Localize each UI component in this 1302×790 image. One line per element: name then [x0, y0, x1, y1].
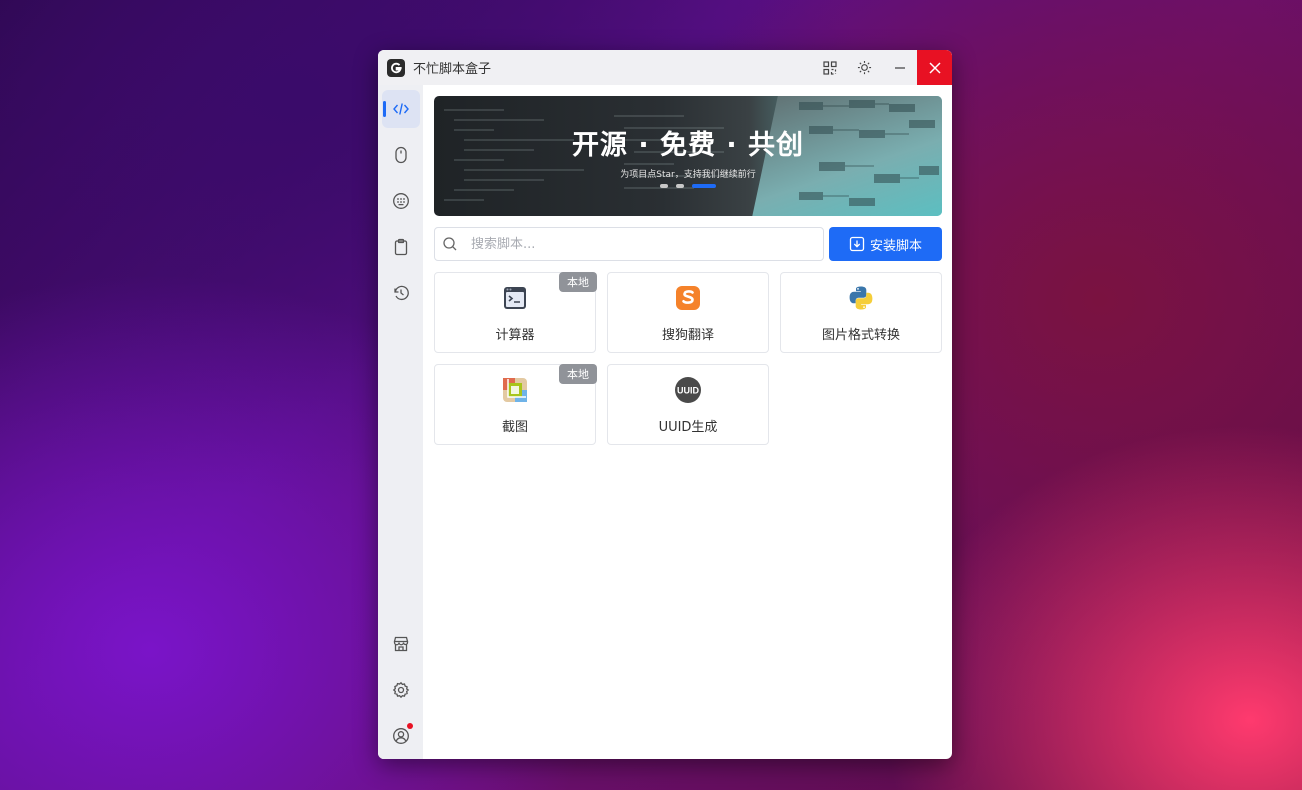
terminal-icon [504, 287, 526, 309]
history-icon [394, 285, 409, 301]
search-box[interactable] [434, 227, 824, 261]
carousel-dot[interactable] [676, 184, 684, 188]
app-logo-icon [387, 58, 405, 77]
uuid-icon: UUID [675, 377, 701, 403]
sidebar-item-account[interactable] [382, 717, 420, 755]
script-card-uuid-generator[interactable]: UUID UUID生成 [607, 364, 769, 445]
search-icon [443, 237, 457, 251]
notification-dot [407, 723, 413, 729]
banner-title: 开源 · 免费 · 共创 [571, 130, 805, 161]
sidebar [378, 85, 423, 759]
theme-toggle-button[interactable] [847, 50, 882, 85]
minimize-button[interactable] [882, 50, 917, 85]
minimize-icon [894, 66, 905, 69]
local-badge: 本地 [559, 272, 597, 292]
grid-icon [822, 60, 837, 75]
install-script-button[interactable]: 安装脚本 [829, 227, 942, 261]
code-icon [393, 103, 409, 115]
sidebar-item-scripts[interactable] [382, 90, 420, 128]
sidebar-item-history[interactable] [382, 274, 420, 312]
script-name: 计算器 [495, 328, 535, 343]
carousel-dot[interactable] [660, 184, 668, 188]
download-box-icon [849, 236, 865, 252]
layout-toggle-button[interactable] [812, 50, 847, 85]
sidebar-item-settings[interactable] [382, 671, 420, 709]
screenshot-icon [503, 378, 527, 402]
app-window: 不忙脚本盒子 开源 · 免费 · 共创 为项目点Star，支持我们继续前行 搜索… [378, 50, 952, 759]
script-name: UUID生成 [658, 420, 718, 435]
user-icon [393, 728, 409, 744]
script-name: 截图 [501, 420, 528, 435]
script-card-calculator[interactable]: 计算器 本地 [434, 272, 597, 353]
window-title: 不忙脚本盒子 [413, 62, 492, 77]
clipboard-icon [394, 238, 408, 256]
carousel-dot-active[interactable] [692, 184, 716, 188]
keypad-icon [393, 193, 409, 209]
script-card-screenshot[interactable]: 截图 本地 [434, 364, 597, 445]
script-card-sogou-translate[interactable]: 搜狗翻译 [607, 272, 769, 353]
main-content: 开源 · 免费 · 共创 为项目点Star，支持我们继续前行 安装脚本 [423, 85, 952, 759]
store-icon [393, 636, 409, 652]
script-name: 搜狗翻译 [661, 328, 714, 343]
close-icon [928, 61, 941, 74]
script-card-image-format-convert[interactable]: 图片格式转换 [780, 272, 942, 353]
sun-icon [857, 60, 872, 75]
sidebar-item-clipboard[interactable] [382, 228, 420, 266]
script-name: 图片格式转换 [821, 328, 900, 343]
promo-banner[interactable]: 开源 · 免费 · 共创 为项目点Star，支持我们继续前行 [434, 96, 942, 216]
title-bar[interactable]: 不忙脚本盒子 [378, 50, 952, 85]
mouse-icon [395, 146, 407, 164]
sidebar-item-mouse[interactable] [382, 136, 420, 174]
local-badge: 本地 [559, 364, 597, 384]
sogou-icon [676, 286, 700, 310]
install-script-label: 安装脚本 [869, 238, 922, 254]
banner-subtitle: 为项目点Star，支持我们继续前行 [620, 170, 756, 180]
gear-icon [392, 681, 410, 699]
close-button[interactable] [917, 50, 952, 85]
sidebar-item-keyboard[interactable] [382, 182, 420, 220]
python-icon [849, 286, 873, 310]
sidebar-item-store[interactable] [382, 625, 420, 663]
search-input[interactable] [471, 229, 811, 259]
svg-text:UUID: UUID [677, 386, 699, 396]
